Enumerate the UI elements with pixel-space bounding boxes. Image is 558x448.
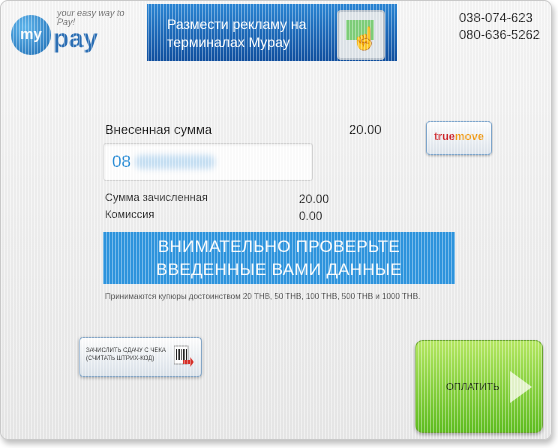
arrow-right-icon — [510, 371, 532, 403]
terminal-screen: my pay your easy way to Pay! Размести ре… — [0, 0, 552, 440]
warning-line-1: ВНИМАТЕЛЬНО ПРОВЕРЬТЕ — [157, 237, 401, 256]
credit-change-line-2: (СЧИТАТЬ ШТРИХ-КОД) — [86, 356, 155, 362]
commission-value: 0.00 — [299, 209, 323, 223]
phone-number-2: 080-636-5262 — [459, 27, 540, 42]
advertising-banner[interactable]: Размести рекламу на терминалах Mypay ☝ — [147, 4, 397, 61]
credit-change-button[interactable]: ЗАЧИСЛИТЬ СДАЧУ С ЧЕКА (СЧИТАТЬ ШТРИХ-КО… — [79, 337, 202, 377]
check-data-warning: ВНИМАТЕЛЬНО ПРОВЕРЬТЕ ВВЕДЕННЫЕ ВАМИ ДАН… — [103, 232, 455, 284]
accepted-notes-info: Принимаются купюры достоинством 20 THB, … — [105, 292, 421, 301]
banner-text: Размести рекламу на терминалах Mypay — [167, 16, 307, 50]
commission-label: Комиссия — [105, 209, 155, 221]
logo-tagline: your easy way to Pay! — [57, 8, 125, 27]
mypay-logo: my pay your easy way to Pay! — [11, 7, 141, 57]
barcode-scan-icon — [174, 345, 194, 367]
pay-button[interactable]: ОПЛАТИТЬ — [415, 340, 543, 433]
credit-change-line-1: ЗАЧИСЛИТЬ СДАЧУ С ЧЕКА — [86, 348, 166, 354]
credit-change-label: ЗАЧИСЛИТЬ СДАЧУ С ЧЕКА (СЧИТАТЬ ШТРИХ-КО… — [86, 347, 174, 363]
logo-word: pay — [53, 23, 98, 53]
credited-amount-value: 20.00 — [299, 192, 330, 206]
phone-number-field[interactable]: 08 — [103, 143, 313, 181]
phone-number-1: 038-074-623 — [459, 10, 533, 25]
pay-button-label: ОПЛАТИТЬ — [446, 382, 500, 393]
deposited-amount-value: 20.00 — [349, 122, 382, 137]
support-phones: 038-074-623 080-636-5262 — [459, 9, 540, 43]
credited-amount-label: Сумма зачисленная — [105, 192, 208, 204]
phone-number-masked — [135, 155, 215, 169]
operator-logo-truemove: truemove — [426, 121, 492, 155]
operator-logo-move: move — [455, 131, 484, 143]
warning-line-2: ВВЕДЕННЫЕ ВАМИ ДАННЫЕ — [156, 260, 402, 279]
deposited-amount-label: Внесенная сумма — [105, 122, 213, 137]
logo-circle: my — [11, 15, 51, 55]
phone-number-prefix: 08 — [112, 152, 131, 171]
terminal-icon: ☝ — [337, 10, 385, 60]
operator-logo-true: true — [434, 131, 456, 143]
hand-pointer-icon: ☝ — [351, 26, 379, 51]
